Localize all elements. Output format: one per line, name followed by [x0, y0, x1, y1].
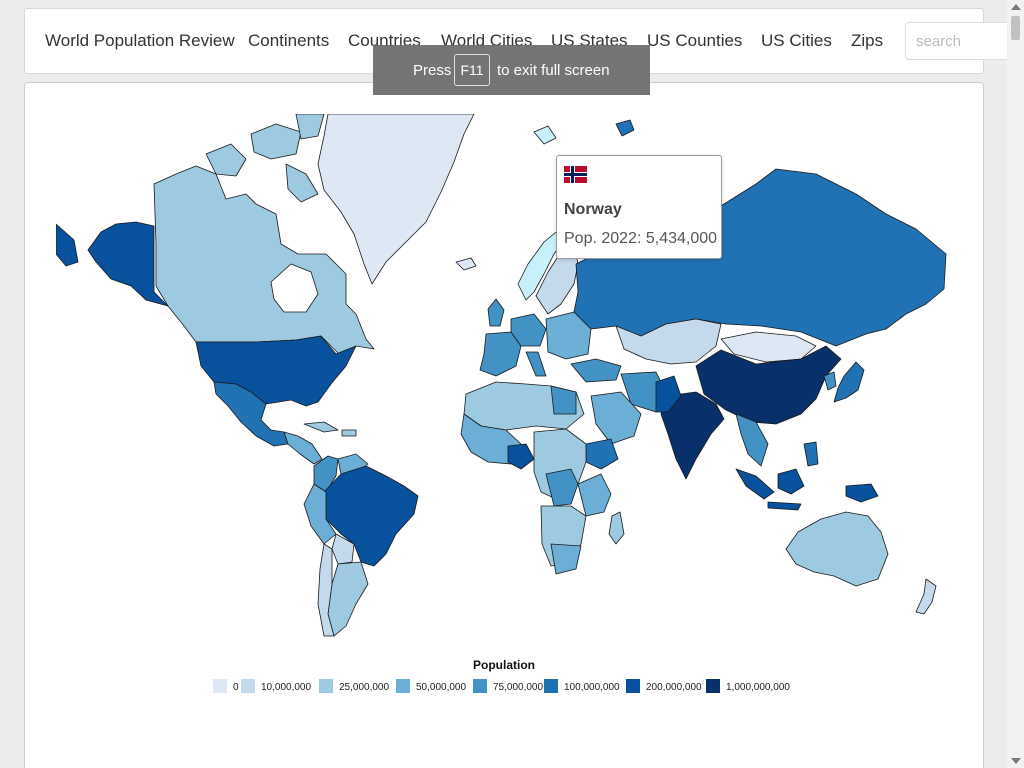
legend-swatch [241, 679, 255, 693]
scroll-up-arrow-icon[interactable] [1011, 4, 1021, 10]
nav-link-us-cities[interactable]: US Cities [761, 31, 832, 51]
legend-label: 10,000,000 [261, 682, 312, 693]
region-south-africa [550, 543, 582, 575]
region-cuba [303, 421, 339, 433]
region-svalbard [533, 125, 557, 145]
fullscreen-rest-text: to exit full screen [497, 62, 610, 79]
region-new-zealand [915, 578, 937, 615]
legend-label: 50,000,000 [416, 682, 467, 693]
region-borneo [777, 468, 805, 495]
nav-link-continents[interactable]: Continents [248, 31, 329, 51]
legend-swatch [396, 679, 410, 693]
region-madagascar [608, 511, 625, 545]
search-input[interactable] [905, 22, 1015, 60]
region-uk [487, 298, 505, 327]
country-tooltip: Norway Pop. 2022: 5,434,000 [556, 155, 722, 259]
norway-flag-icon [564, 166, 587, 183]
region-japan [833, 361, 865, 403]
f11-key-badge: F11 [454, 54, 490, 86]
legend-label: 25,000,000 [339, 682, 390, 693]
fullscreen-notice: Press F11 to exit full screen [373, 45, 650, 95]
region-greenland [317, 114, 475, 285]
legend-swatch [473, 679, 487, 693]
region-novaya-zemlya [615, 119, 635, 137]
region-arctic-islands-3 [285, 163, 319, 203]
region-egypt [550, 385, 577, 415]
region-java [767, 501, 802, 511]
scroll-down-arrow-icon[interactable] [1011, 758, 1021, 764]
legend-swatch [544, 679, 558, 693]
scrollbar[interactable] [1007, 0, 1024, 768]
region-philippines [803, 441, 819, 467]
legend-label: 1,000,000,000 [726, 682, 790, 693]
region-hispaniola [341, 429, 357, 437]
tooltip-country-name: Norway [564, 201, 622, 218]
region-italy [525, 351, 547, 377]
legend-label: 100,000,000 [564, 682, 620, 693]
region-france-spain [479, 331, 522, 377]
world-map[interactable] [56, 114, 952, 654]
legend-swatch [213, 679, 227, 693]
region-drc [545, 468, 579, 507]
region-arctic-islands-2 [250, 123, 302, 160]
legend-label: 200,000,000 [646, 682, 702, 693]
fullscreen-press-text: Press [413, 62, 452, 79]
region-arctic-islands-4 [295, 114, 325, 140]
region-sumatra [735, 468, 775, 500]
region-iceland [455, 257, 477, 271]
region-central-america [283, 431, 323, 465]
legend-label: 75,000,000 [493, 682, 544, 693]
nav-link-us-counties[interactable]: US Counties [647, 31, 742, 51]
legend-swatch [706, 679, 720, 693]
region-nigeria [507, 443, 535, 470]
region-australia [785, 511, 889, 587]
region-east-africa [577, 473, 612, 517]
brand-link[interactable]: World Population Review [45, 31, 235, 51]
legend-swatch [626, 679, 640, 693]
region-new-guinea [845, 483, 879, 503]
region-argentina [327, 561, 369, 637]
region-turkey [570, 358, 622, 383]
legend-title: Population [473, 658, 535, 672]
scroll-thumb[interactable] [1011, 16, 1020, 40]
region-arctic-islands-1 [205, 143, 247, 177]
nav-link-zips[interactable]: Zips [851, 31, 883, 51]
legend-label: 0 [233, 682, 239, 693]
tooltip-population: Pop. 2022: 5,434,000 [564, 230, 718, 247]
region-alaska-west [56, 223, 79, 267]
legend-swatch [319, 679, 333, 693]
